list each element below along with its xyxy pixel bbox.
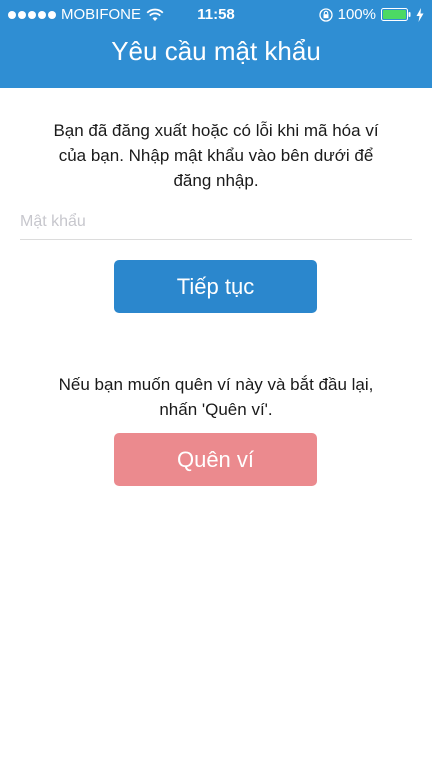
password-input[interactable] xyxy=(20,204,412,240)
forget-wallet-info-text: Nếu bạn muốn quên ví này và bắt đầu lại,… xyxy=(20,372,412,422)
forget-wallet-button[interactable]: Quên ví xyxy=(114,433,317,486)
forget-info-line: nhấn 'Quên ví'. xyxy=(159,400,273,419)
app-header: MOBIFONE 11:58 100% Yêu cầu mật khẩu xyxy=(0,0,432,88)
status-bar-right: 100% xyxy=(318,6,424,23)
forget-info-line: Nếu bạn muốn quên ví này và bắt đầu lại, xyxy=(58,375,374,394)
battery-percent: 100% xyxy=(337,6,376,23)
logout-info-text: Bạn đã đăng xuất hoặc có lỗi khi mã hóa … xyxy=(20,118,412,193)
battery-icon xyxy=(381,8,411,21)
charging-bolt-icon xyxy=(416,7,424,22)
continue-button[interactable]: Tiếp tục xyxy=(114,260,317,313)
orientation-lock-icon xyxy=(318,7,333,22)
info-line: của bạn. Nhập mật khẩu vào bên dưới để xyxy=(58,146,374,165)
page-title: Yêu cầu mật khẩu xyxy=(111,36,321,66)
info-line: Bạn đã đăng xuất hoặc có lỗi khi mã hóa … xyxy=(53,121,379,140)
status-bar: MOBIFONE 11:58 100% xyxy=(0,0,432,30)
info-line: đăng nhập. xyxy=(173,171,259,190)
